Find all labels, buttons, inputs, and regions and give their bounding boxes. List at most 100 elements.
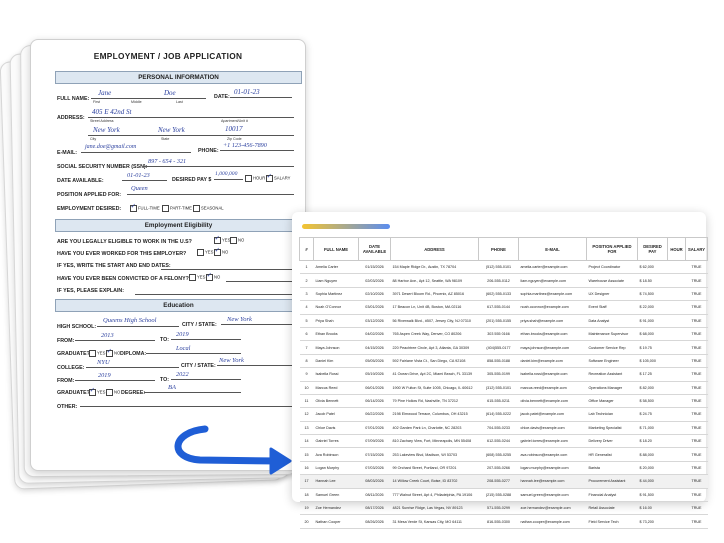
table-cell[interactable]: (201) 555-0155 — [478, 314, 519, 328]
table-cell[interactable]: $ 18.50 — [637, 273, 668, 288]
table-cell[interactable]: $ 105,000 — [637, 354, 668, 369]
table-cell[interactable]: $ 62,000 — [637, 260, 668, 275]
table-cell[interactable]: 8 — [299, 354, 314, 369]
table-cell[interactable]: Warehouse Associate — [586, 273, 638, 288]
table-cell[interactable]: Noah O'Connor — [313, 300, 359, 315]
table-cell[interactable]: $ 74,500 — [637, 287, 668, 302]
table-cell[interactable]: $ 19.75 — [637, 340, 668, 355]
table-cell[interactable]: TRUE — [685, 340, 708, 355]
table-cell[interactable]: 777 Walnut Street, Apt 4, Philadelphia, … — [390, 488, 479, 503]
table-row[interactable]: 18 Samuel Green 08/11/2026 777 Walnut Stree… — [299, 488, 708, 503]
table-cell[interactable]: Samuel Green — [313, 488, 359, 503]
table-cell[interactable]: Financial Analyst — [586, 488, 638, 503]
table-cell[interactable]: nathan.cooper@example.com — [518, 514, 587, 529]
table-cell[interactable]: 858-555-0188 — [478, 354, 519, 369]
table-cell[interactable]: 04/15/2026 — [358, 340, 391, 355]
table-cell[interactable]: (215) 555-0288 — [478, 488, 519, 503]
table-cell[interactable]: 220 Peachtree Circle, Apt 3, Atlanta, GA… — [390, 340, 479, 355]
table-cell[interactable]: ava.robinson@example.com — [518, 447, 587, 462]
table-cell[interactable]: 16 — [299, 461, 314, 476]
table-cell[interactable]: 303 555 0166 — [478, 327, 519, 342]
table-row[interactable]: 10 Marcus Reed 06/01/2026 1900 W Fulton St,… — [299, 381, 708, 395]
table-cell[interactable] — [667, 514, 686, 529]
table-cell[interactable]: Nathan Cooper — [313, 514, 359, 529]
table-cell[interactable]: UX Designer — [586, 287, 638, 302]
table-cell[interactable]: maya.johnson@example.com — [518, 340, 587, 355]
table-row[interactable]: 4 Noah O'Connor 03/01/2026 17 Beacon Ln, Un… — [299, 300, 708, 315]
table-cell[interactable]: $ 82,000 — [637, 381, 668, 395]
table-cell[interactable]: jacob.patel@example.com — [518, 407, 587, 422]
table-cell[interactable]: olivia.bennett@example.com — [518, 394, 587, 409]
table-cell[interactable]: 14 Willow Creek Court, Boise, ID 83702 — [390, 474, 479, 489]
table-row[interactable]: 11 Olivia Bennett 06/14/2026 79 Pine Hollow… — [299, 394, 708, 409]
table-cell[interactable]: 816-555-0300 — [478, 514, 519, 529]
table-cell[interactable]: 617-555-0144 — [478, 300, 519, 315]
table-cell[interactable] — [667, 421, 686, 436]
table-row[interactable]: 14 Gabriel Torres 07/09/2026 810 Zachary Vi… — [299, 434, 708, 449]
table-cell[interactable]: 07/03/2026 — [358, 461, 391, 476]
table-row[interactable]: 19 Zoe Hernandez 08/17/2026 4821 Sunrise Ri… — [299, 501, 708, 516]
table-cell[interactable]: 08/17/2026 — [358, 501, 391, 516]
table-cell[interactable]: Software Engineer — [586, 354, 638, 369]
table-cell[interactable] — [667, 367, 686, 382]
table-cell[interactable]: 4 — [299, 300, 314, 315]
table-row[interactable]: 9 Isabella Rossi 05/19/2026 41 Ocean Drive,… — [299, 367, 708, 382]
table-cell[interactable]: Maya Johnson — [313, 340, 359, 355]
table-cell[interactable]: (312) 555-0101 — [478, 381, 519, 395]
table-cell[interactable]: 6 — [299, 327, 314, 342]
table-row[interactable]: 16 Logan Murphy 07/03/2026 99 Orchard Stree… — [299, 461, 708, 476]
table-row[interactable]: 5 Priya Shah 03/12/2026 56 Riverwalk Blvd.,… — [299, 314, 708, 328]
table-cell[interactable]: TRUE — [685, 273, 708, 288]
table-cell[interactable]: 79 Pine Hollow Rd, Nashville, TN 37212 — [390, 394, 479, 409]
table-cell[interactable] — [667, 300, 686, 315]
table-cell[interactable]: Hannah Lee — [313, 474, 359, 489]
table-cell[interactable]: 01/15/2026 — [358, 260, 391, 275]
table-cell[interactable]: 56 Riverwalk Blvd., #507, Jersey City, N… — [390, 314, 479, 328]
table-cell[interactable]: 305-555-0199 — [478, 367, 519, 382]
table-cell[interactable]: noah.oconnor@example.com — [518, 300, 587, 315]
table-cell[interactable]: 03/01/2026 — [358, 300, 391, 315]
table-cell[interactable] — [667, 461, 686, 476]
table-cell[interactable]: 99 Orchard Street, Portland, OR 97201 — [390, 461, 479, 476]
table-cell[interactable]: 207-555-0266 — [478, 461, 519, 476]
table-cell[interactable]: Marketing Specialist — [586, 421, 638, 436]
table-cell[interactable]: samuel.green@example.com — [518, 488, 587, 503]
table-cell[interactable]: $ 58,500 — [637, 394, 668, 409]
table-cell[interactable]: $ 17.25 — [637, 367, 668, 382]
table-cell[interactable]: logan.murphy@example.com — [518, 461, 587, 476]
table-cell[interactable]: TRUE — [685, 354, 708, 369]
table-cell[interactable]: $ 44,000 — [637, 474, 668, 489]
table-cell[interactable] — [667, 287, 686, 302]
table-cell[interactable] — [667, 381, 686, 395]
table-cell[interactable]: TRUE — [685, 474, 708, 489]
table-cell[interactable]: Ava Robinson — [313, 447, 359, 462]
table-cell[interactable]: Project Coordinator — [586, 260, 638, 275]
table-row[interactable]: 17 Hannah Lee 08/03/2026 14 Willow Creek Co… — [299, 474, 708, 489]
table-cell[interactable]: 9 — [299, 367, 314, 382]
table-cell[interactable] — [667, 474, 686, 489]
table-row[interactable]: 1 Amelia Carter 01/15/2026 154 Maple Ridge … — [299, 260, 708, 275]
table-cell[interactable]: Recreation Assistant — [586, 367, 638, 382]
table-cell[interactable]: 08/11/2026 — [358, 488, 391, 503]
table-cell[interactable]: TRUE — [685, 381, 708, 395]
table-row[interactable]: 3 Sophia Martinez 02/10/2026 3971 Desert Bl… — [299, 287, 708, 302]
table-cell[interactable]: Daniel Kim — [313, 354, 359, 369]
table-cell[interactable] — [667, 434, 686, 449]
table-cell[interactable]: 810 Zachary View, Fort, Minneapolis, MN … — [390, 434, 479, 449]
table-cell[interactable]: 571-555-0299 — [478, 501, 519, 516]
table-cell[interactable] — [667, 314, 686, 328]
table-row[interactable]: 8 Daniel Kim 05/05/2026 592 Fairlane Vista … — [299, 354, 708, 369]
table-cell[interactable]: 11 — [299, 394, 314, 409]
table-cell[interactable]: liam.nguyen@example.com — [518, 273, 587, 288]
table-row[interactable]: 2 Liam Nguyen 02/03/2026 88 Harbor Ave., Ap… — [299, 273, 708, 288]
table-cell[interactable]: Retail Associate — [586, 501, 638, 516]
table-cell[interactable]: 08/03/2026 — [358, 474, 391, 489]
table-cell[interactable]: (404)555-0177 — [478, 340, 519, 355]
table-cell[interactable]: 765 Aspen Creek Way, Denver, CO 80206 — [390, 327, 479, 342]
table-cell[interactable]: (602) 555-0133 — [478, 287, 519, 302]
table-cell[interactable]: isabella.rossi@example.com — [518, 367, 587, 382]
table-cell[interactable]: chloe.davis@example.com — [518, 421, 587, 436]
table-cell[interactable]: $ 16.00 — [637, 501, 668, 516]
table-cell[interactable]: zoe.hernandez@example.com — [518, 501, 587, 516]
table-cell[interactable]: TRUE — [685, 367, 708, 382]
